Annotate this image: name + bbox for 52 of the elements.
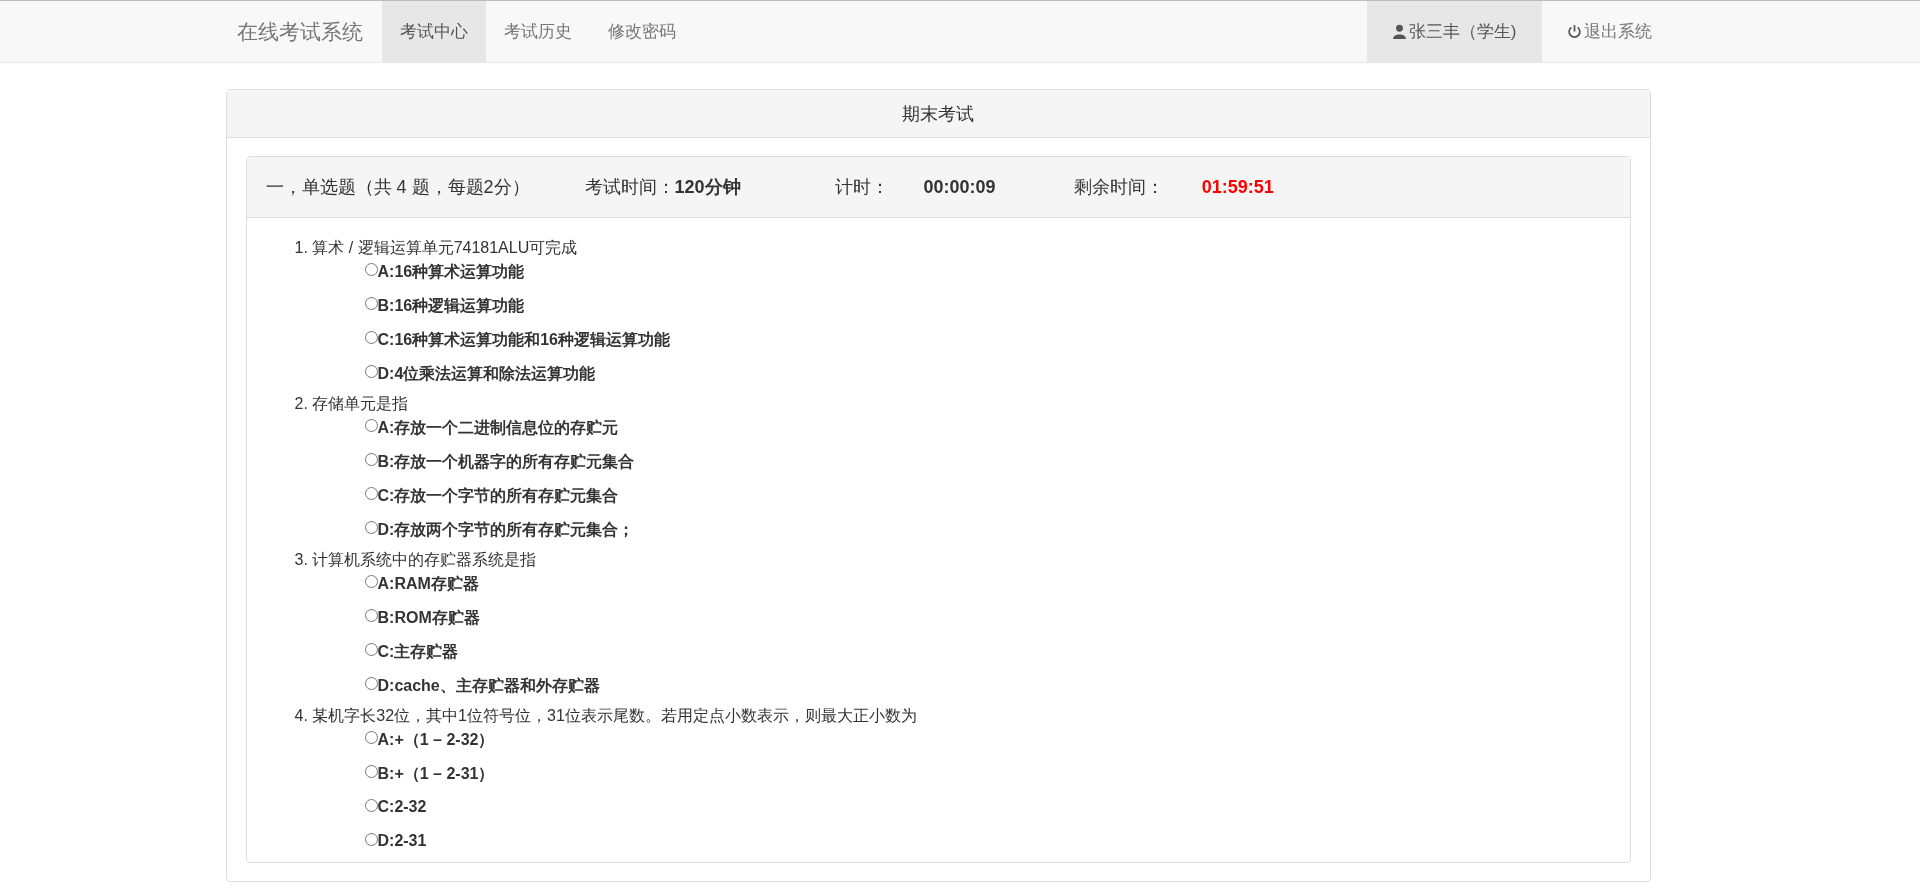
answer-option[interactable]: D:存放两个字节的所有存贮元集合； (364, 516, 635, 550)
nav-tab[interactable]: 考试历史 (485, 1, 590, 62)
option-label: B:存放一个机器字的所有存贮元集合 (377, 452, 635, 472)
question-text: 2. 存储单元是指 (294, 394, 410, 414)
answer-option[interactable]: A:+（1 – 2-32） (364, 726, 495, 760)
option-label: A:存放一个二进制信息位的存贮元 (377, 418, 619, 438)
user-menu-link[interactable]: 张三丰（学生) (1366, 1, 1542, 62)
option-label: D:2-31 (377, 832, 427, 850)
answer-option[interactable]: C:2-32 (364, 794, 427, 828)
nav-tab[interactable]: 修改密码 (589, 1, 694, 62)
exam-title: 期末考试 (226, 90, 1650, 138)
brand-link[interactable]: 在线考试系统 (221, 1, 382, 62)
option-label: B:+（1 – 2-31） (377, 764, 495, 784)
option-label: D:存放两个字节的所有存贮元集合； (377, 520, 635, 540)
question-text: 3. 计算机系统中的存贮器系统是指 (294, 550, 538, 570)
question-text: 1. 算术 / 逻辑运算单元74181ALU可完成 (294, 238, 579, 258)
duration-label: 考试时间： (584, 176, 675, 199)
elapsed-label: 计时： (834, 176, 889, 199)
option-label: D:4位乘法运算和除法运算功能 (377, 364, 596, 384)
answer-option[interactable]: A:存放一个二进制信息位的存贮元 (364, 414, 619, 448)
answer-option[interactable]: A:16种算术运算功能 (364, 258, 525, 292)
option-label: C:存放一个字节的所有存贮元集合 (377, 486, 619, 506)
answer-option[interactable]: C:存放一个字节的所有存贮元集合 (364, 482, 619, 516)
logout-link[interactable]: 退出系统 (1541, 1, 1677, 62)
nav-tab[interactable]: 考试中心 (381, 1, 486, 62)
elapsed-time: 00:00:09 (923, 176, 996, 198)
answer-option[interactable]: B:+（1 – 2-31） (364, 760, 495, 794)
question-text: 4. 某机字长32位，其中1位符号位，31位表示尾数。若用定点小数表示，则最大正小数为 (294, 706, 918, 726)
answer-option[interactable]: D:2-31 (364, 828, 427, 862)
duration-value: 120分钟 (674, 176, 741, 199)
option-label: A:RAM存贮器 (377, 574, 479, 594)
answer-option[interactable]: B:存放一个机器字的所有存贮元集合 (364, 448, 635, 482)
remaining-time: 01:59:51 (1201, 176, 1274, 198)
answer-option[interactable]: D:4位乘法运算和除法运算功能 (364, 360, 596, 394)
option-label: C:主存贮器 (377, 642, 459, 662)
answer-option[interactable]: B:ROM存贮器 (364, 604, 480, 638)
answer-option[interactable]: C:16种算术运算功能和16种逻辑运算功能 (364, 326, 670, 360)
power-icon (1566, 24, 1582, 39)
option-label: D:cache、主存贮器和外存贮器 (377, 676, 600, 696)
remaining-label: 剩余时间： (1073, 176, 1164, 199)
answer-option[interactable]: A:RAM存贮器 (364, 570, 479, 604)
option-label: A:16种算术运算功能 (377, 262, 525, 282)
option-label: A:+（1 – 2-32） (377, 730, 495, 750)
answer-option[interactable]: B:16种逻辑运算功能 (364, 292, 525, 326)
answer-option[interactable]: D:cache、主存贮器和外存贮器 (364, 672, 600, 706)
option-label: C:16种算术运算功能和16种逻辑运算功能 (377, 330, 670, 350)
answer-option[interactable]: C:主存贮器 (364, 638, 459, 672)
option-label: B:16种逻辑运算功能 (377, 296, 525, 316)
option-label: C:2-32 (377, 798, 427, 816)
user-icon (1391, 24, 1407, 39)
section-heading: 一，单选题（共 4 题，每题2分） (265, 176, 530, 199)
option-label: B:ROM存贮器 (377, 608, 480, 628)
